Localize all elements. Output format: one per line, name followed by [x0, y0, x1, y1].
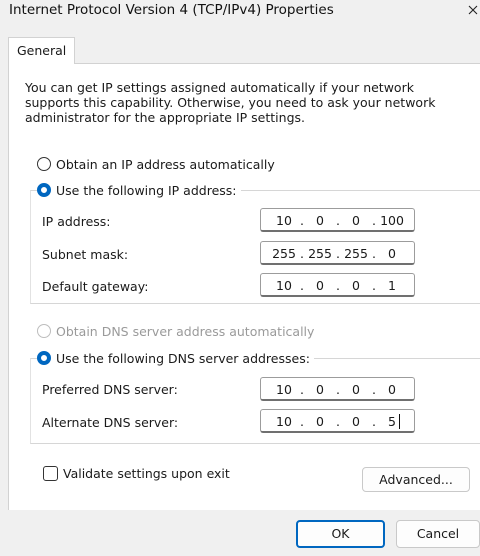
ok-button[interactable]: OK — [296, 520, 385, 548]
ip-octet-1: 10 — [276, 213, 292, 228]
advanced-button-label: Advanced... — [379, 472, 453, 487]
validate-label: Validate settings upon exit — [63, 466, 230, 481]
radio-indicator-selected — [37, 183, 51, 197]
subnet-mask-label: Subnet mask: — [42, 247, 129, 262]
ip-octet-4: 1 — [388, 278, 396, 293]
ip-octet-1: 10 — [276, 382, 292, 397]
default-gateway-label: Default gateway: — [42, 279, 149, 294]
ip-octet-2: 0 — [316, 414, 324, 429]
alternate-dns-input[interactable]: 10. 0. 0. 5 — [260, 409, 415, 433]
text-caret — [399, 414, 400, 429]
description-text: You can get IP settings assigned automat… — [25, 80, 436, 125]
ip-octet-3: 0 — [352, 414, 360, 429]
default-gateway-input[interactable]: 10. 0. 0. 1 — [260, 273, 415, 297]
ip-octet-2: 0 — [316, 382, 324, 397]
close-button[interactable] — [460, 0, 480, 22]
radio-use-following-ip-label: Use the following IP address: — [56, 182, 237, 198]
tab-general[interactable]: General — [8, 37, 75, 64]
ip-octet-1: 10 — [276, 414, 292, 429]
radio-indicator-selected — [37, 351, 51, 365]
preferred-dns-input[interactable]: 10. 0. 0. 0 — [260, 377, 415, 401]
ip-address-label: IP address: — [42, 214, 111, 229]
ip-octet-3: 0 — [352, 278, 360, 293]
ip-octet-4: 0 — [388, 246, 396, 261]
ip-octet-1: 255 — [272, 246, 296, 261]
tab-general-label: General — [17, 43, 67, 58]
validate-checkbox[interactable] — [43, 466, 58, 481]
title-bar: Internet Protocol Version 4 (TCP/IPv4) P… — [0, 0, 480, 26]
general-panel: You can get IP settings assigned automat… — [8, 63, 480, 510]
ip-octet-2: 0 — [316, 278, 324, 293]
radio-use-following-dns-label: Use the following DNS server addresses: — [56, 350, 310, 366]
ip-octet-3: 255 — [344, 246, 368, 261]
ip-octet-4: 100 — [380, 213, 404, 228]
radio-use-following-ip[interactable]: Use the following IP address: — [37, 180, 241, 200]
ip-octet-4: 0 — [388, 382, 396, 397]
preferred-dns-label: Preferred DNS server: — [42, 382, 178, 397]
subnet-mask-input[interactable]: 255. 255. 255. 0 — [260, 241, 415, 265]
radio-obtain-ip-auto-label: Obtain an IP address automatically — [56, 156, 275, 172]
radio-indicator-disabled — [37, 324, 51, 338]
ip-octet-2: 255 — [308, 246, 332, 261]
radio-indicator — [37, 157, 51, 171]
ip-octet-2: 0 — [316, 213, 324, 228]
advanced-button[interactable]: Advanced... — [362, 467, 470, 492]
radio-obtain-ip-auto[interactable]: Obtain an IP address automatically — [37, 154, 275, 174]
radio-obtain-dns-auto-label: Obtain DNS server address automatically — [56, 323, 315, 339]
radio-obtain-dns-auto[interactable]: Obtain DNS server address automatically — [37, 321, 314, 341]
ip-address-input[interactable]: 10. 0. 0. 100 — [260, 208, 415, 232]
ok-button-label: OK — [331, 526, 350, 541]
ip-octet-4: 5 — [388, 414, 396, 429]
radio-use-following-dns[interactable]: Use the following DNS server addresses: — [37, 348, 314, 368]
alternate-dns-label: Alternate DNS server: — [42, 415, 179, 430]
cancel-button-label: Cancel — [416, 526, 460, 541]
cancel-button[interactable]: Cancel — [396, 520, 480, 548]
window-title: Internet Protocol Version 4 (TCP/IPv4) P… — [9, 2, 334, 18]
close-icon — [468, 5, 478, 15]
ip-octet-1: 10 — [276, 278, 292, 293]
ip-octet-3: 0 — [352, 382, 360, 397]
ip-octet-3: 0 — [352, 213, 360, 228]
